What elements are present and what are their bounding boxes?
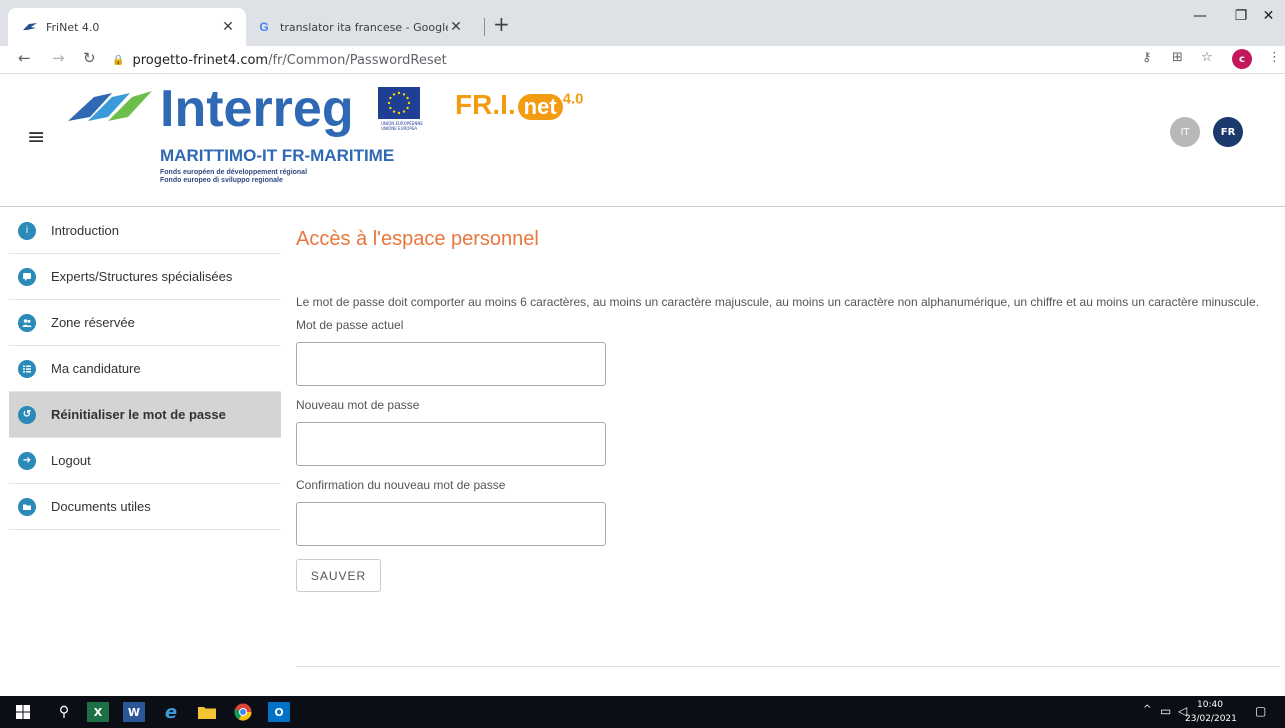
tab-frinet[interactable]: FriNet 4.0 ✕ xyxy=(8,8,246,46)
info-icon: i xyxy=(18,221,36,240)
frinet-favicon-icon xyxy=(22,19,38,35)
translate-icon[interactable]: ⊞ xyxy=(1172,50,1183,65)
sidebar-item-documents[interactable]: Documents utiles xyxy=(9,484,281,530)
sidebar-item-reset-password[interactable]: ↺ Réinitialiser le mot de passe xyxy=(9,392,281,438)
confirm-password-label: Confirmation du nouveau mot de passe xyxy=(296,478,506,492)
sidebar-item-logout[interactable]: ➜ Logout xyxy=(9,438,281,484)
page-title: Accès à l'espace personnel xyxy=(296,228,539,250)
interreg-brand: Interreg xyxy=(160,80,354,138)
fund-line-fr: Fonds européen de développement régional xyxy=(160,169,308,176)
word-icon[interactable]: W xyxy=(123,702,145,722)
program-name: MARITTIMO-IT FR-MARITIME xyxy=(160,146,395,165)
frinet-version: 4.0 xyxy=(562,90,584,108)
taskbar-clock[interactable]: 10:40 23/02/2021 xyxy=(1185,698,1237,726)
tab-title: FriNet 4.0 xyxy=(46,20,100,34)
file-explorer-icon[interactable] xyxy=(196,702,218,722)
tab-close-icon[interactable]: ✕ xyxy=(448,19,464,35)
forward-icon[interactable]: → xyxy=(52,49,65,67)
key-icon[interactable]: ⚷ xyxy=(1142,50,1152,65)
fund-line-it: Fondo europeo di sviluppo regionale xyxy=(160,177,283,184)
new-tab-icon[interactable]: + xyxy=(493,12,510,36)
folder-icon xyxy=(18,497,36,516)
footer-divider xyxy=(296,666,1280,667)
users-icon xyxy=(18,313,36,332)
eu-flag-icon xyxy=(378,87,420,119)
tab-google-translate[interactable]: G translator ita francese - Google S ✕ xyxy=(246,8,474,46)
google-favicon-icon: G xyxy=(259,20,269,34)
back-icon[interactable]: ← xyxy=(18,49,31,67)
bookmark-star-icon[interactable]: ☆ xyxy=(1201,50,1213,65)
frinet-net: net xyxy=(517,94,563,120)
sidebar-item-label: Ma candidature xyxy=(51,361,141,376)
minimize-icon[interactable]: — xyxy=(1177,8,1223,24)
sidebar-item-introduction[interactable]: i Introduction xyxy=(9,208,281,254)
sidebar-item-label: Experts/Structures spécialisées xyxy=(51,269,233,284)
interreg-wing-logo xyxy=(68,87,152,131)
frinet-prefix: FR.I. xyxy=(455,89,516,120)
frinet-logo: FR.I. net 4.0 xyxy=(455,89,584,121)
sidebar-item-label: Introduction xyxy=(51,223,119,238)
profile-avatar[interactable]: c xyxy=(1232,49,1252,69)
current-password-label: Mot de passe actuel xyxy=(296,318,404,332)
chat-icon xyxy=(18,267,36,286)
clock-time: 10:40 xyxy=(1197,700,1223,710)
lock-icon: 🔒 xyxy=(112,54,125,66)
logout-icon: ➜ xyxy=(18,451,36,470)
sidebar-item-zone-reservee[interactable]: Zone réservée xyxy=(9,300,281,346)
sidebar: i Introduction Experts/Structures spécia… xyxy=(9,208,281,530)
sidebar-item-ma-candidature[interactable]: Ma candidature xyxy=(9,346,281,392)
address-bar[interactable]: 🔒 progetto-frinet4.com/fr/Common/Passwor… xyxy=(112,49,1112,71)
notifications-icon[interactable]: ▢ xyxy=(1255,704,1266,718)
new-password-field[interactable] xyxy=(296,422,606,466)
sidebar-item-label: Logout xyxy=(51,453,91,468)
ie-icon[interactable]: e xyxy=(160,702,182,723)
browser-tabstrip: FriNet 4.0 ✕ G translator ita francese -… xyxy=(0,0,1285,46)
list-icon xyxy=(18,359,36,378)
sidebar-item-label: Réinitialiser le mot de passe xyxy=(51,407,226,422)
reload-icon[interactable]: ↻ xyxy=(83,49,96,67)
search-icon[interactable]: ⚲ xyxy=(53,702,75,722)
tab-separator xyxy=(484,18,485,36)
excel-icon[interactable]: X xyxy=(87,702,109,722)
reset-icon: ↺ xyxy=(18,405,36,424)
lang-fr-button[interactable]: FR xyxy=(1213,117,1243,147)
tab-close-icon[interactable]: ✕ xyxy=(220,19,236,35)
clock-date: 23/02/2021 xyxy=(1185,714,1237,724)
sidebar-item-label: Zone réservée xyxy=(51,315,135,330)
chrome-icon[interactable] xyxy=(232,702,254,722)
browser-toolbar: ← → ↻ 🔒 progetto-frinet4.com/fr/Common/P… xyxy=(0,46,1285,74)
url-path: /fr/Common/PasswordReset xyxy=(268,52,447,68)
window-close-icon[interactable]: ✕ xyxy=(1252,8,1285,24)
password-rules: Le mot de passe doit comporter au moins … xyxy=(296,295,1259,309)
new-password-label: Nouveau mot de passe xyxy=(296,398,420,412)
network-icon[interactable]: ▭ xyxy=(1160,704,1171,718)
main-content: Accès à l'espace personnel Le mot de pas… xyxy=(296,208,1281,592)
outlook-icon[interactable]: O xyxy=(268,702,290,722)
save-button[interactable]: SAUVER xyxy=(296,559,381,592)
lang-it-button[interactable]: IT xyxy=(1170,117,1200,147)
eu-caption: UNION EUROPÉENNE UNIONE EUROPEA xyxy=(381,121,423,131)
menu-dots-icon[interactable]: ⋮ xyxy=(1268,50,1281,65)
confirm-password-field[interactable] xyxy=(296,502,606,546)
fund-lines: Fonds européen de développement régional… xyxy=(160,169,307,185)
hamburger-menu-icon[interactable]: ≡ xyxy=(27,125,45,150)
url-host: progetto-frinet4.com xyxy=(132,52,269,68)
windows-taskbar: ⚲ X W e O ^ ▭ ◁ 10:40 23/02/2021 ▢ xyxy=(0,696,1285,728)
sidebar-item-experts[interactable]: Experts/Structures spécialisées xyxy=(9,254,281,300)
tray-chevron-icon[interactable]: ^ xyxy=(1143,704,1151,715)
site-header: ≡ Interreg UNION EUROPÉENNE UNIONE EUROP… xyxy=(0,75,1285,207)
current-password-field[interactable] xyxy=(296,342,606,386)
sidebar-item-label: Documents utiles xyxy=(51,499,151,514)
windows-start-icon[interactable] xyxy=(12,702,34,722)
tab-title: translator ita francese - Google S xyxy=(280,20,448,34)
